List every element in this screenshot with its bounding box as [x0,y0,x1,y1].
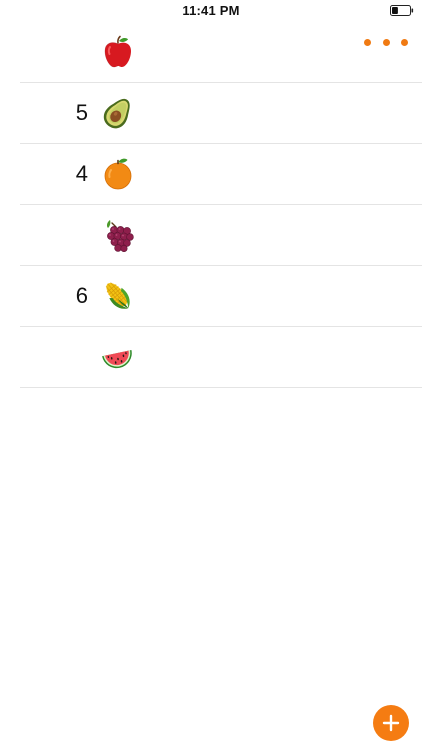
item-list: 5 4 6 [0,22,422,388]
item-count [60,22,88,82]
list-item[interactable]: 6 [20,266,422,327]
list-item[interactable] [20,22,422,83]
list-item[interactable]: 4 [20,144,422,205]
item-count: 4 [75,161,88,186]
item-count [60,205,88,265]
item-count [60,327,88,387]
list-item[interactable] [20,205,422,266]
orange-icon [104,158,132,190]
status-time: 11:41 PM [182,3,240,18]
plus-icon [382,714,400,732]
list-item[interactable]: 5 [20,83,422,144]
item-count: 5 [75,100,88,125]
corn-icon [105,282,130,309]
watermelon-icon [102,350,132,369]
list-item[interactable] [20,327,422,388]
item-count: 6 [75,283,88,308]
battery-icon [390,5,414,16]
apple-icon [104,35,131,68]
status-bar: 11:41 PM [0,0,422,22]
add-button[interactable] [373,705,409,741]
avocado-icon [103,98,130,129]
grapes-icon [106,220,134,252]
